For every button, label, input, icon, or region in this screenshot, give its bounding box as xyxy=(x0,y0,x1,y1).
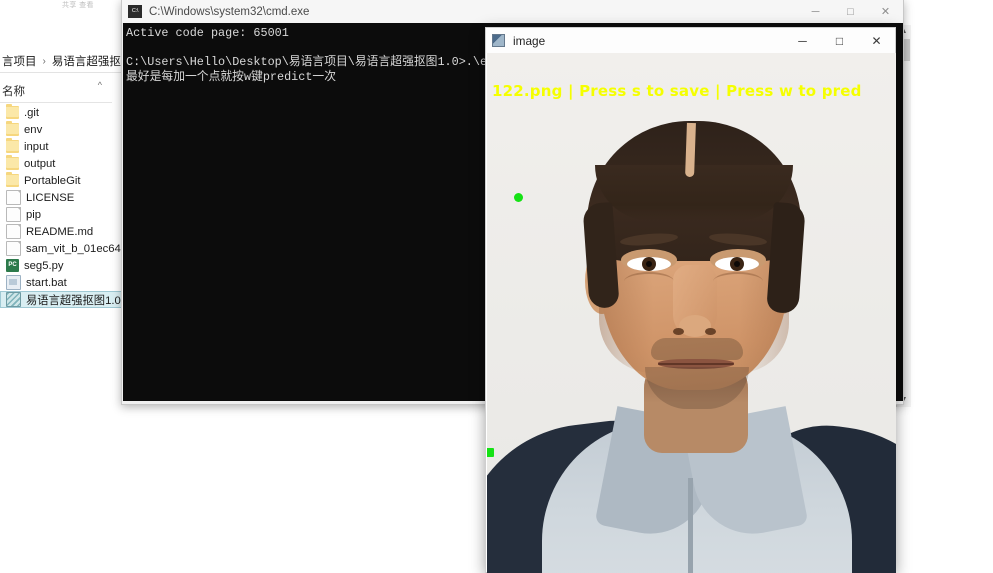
breadcrumb-segment-current[interactable]: 易语言超强抠图1. xyxy=(50,53,124,69)
photo-iris-right xyxy=(730,257,744,271)
list-item[interactable]: env xyxy=(0,121,122,138)
folder-icon xyxy=(6,106,19,119)
breadcrumb-segment-project[interactable]: 言项目 xyxy=(0,53,39,69)
photo-iris-left xyxy=(642,257,656,271)
close-button[interactable]: ✕ xyxy=(868,0,903,23)
list-item[interactable]: PortableGit xyxy=(0,172,122,189)
overlay-caption-text: 122.png | Press s to save | Press w to p… xyxy=(492,82,896,100)
portrait-photo xyxy=(487,53,896,573)
cmd-window-controls[interactable]: ─ □ ✕ xyxy=(798,0,903,23)
file-icon xyxy=(6,190,21,205)
executable-icon xyxy=(6,292,21,307)
minimize-button[interactable]: ─ xyxy=(784,28,821,53)
photo-eye-left xyxy=(627,257,671,271)
list-item-label: seg5.py xyxy=(24,260,64,272)
folder-icon xyxy=(6,174,19,187)
list-item-label: input xyxy=(24,141,49,153)
cmd-window-title: C:\Windows\system32\cmd.exe xyxy=(149,6,309,18)
photo-eyebag-right xyxy=(713,272,763,291)
file-icon xyxy=(6,207,21,222)
list-item-label: env xyxy=(24,124,42,136)
close-button[interactable]: ✕ xyxy=(858,28,895,53)
file-icon xyxy=(6,224,21,239)
file-icon xyxy=(6,241,21,256)
explorer-toolbar-remnant: 共享 查看 xyxy=(62,0,124,12)
cmd-icon: C:\ xyxy=(128,5,142,18)
list-item[interactable]: output xyxy=(0,155,122,172)
photo-mouth-line xyxy=(658,363,734,365)
image-window-title: image xyxy=(513,34,545,48)
list-item-label: pip xyxy=(26,209,41,221)
list-item-selected[interactable]: 易语言超强抠图1.0.exe xyxy=(0,291,122,308)
photo-hair-part xyxy=(685,123,696,177)
image-viewer-window[interactable]: image ─ □ ✕ xyxy=(485,27,896,573)
photo-eyebag-left xyxy=(624,272,674,291)
file-list[interactable]: .git env input output PortableGit LICENS… xyxy=(0,104,122,308)
photo-sideburn-right xyxy=(766,202,806,314)
photo-eye-right xyxy=(715,257,759,271)
minimize-button[interactable]: ─ xyxy=(798,0,833,23)
list-item-label: README.md xyxy=(26,226,93,238)
photo-nostril-right xyxy=(705,328,716,335)
list-item[interactable]: README.md xyxy=(0,223,122,240)
list-item[interactable]: pip xyxy=(0,206,122,223)
list-item-label: LICENSE xyxy=(26,192,74,204)
green-prompt-point[interactable] xyxy=(487,448,494,457)
list-item-label: .git xyxy=(24,107,39,119)
cmd-titlebar[interactable]: C:\ C:\Windows\system32\cmd.exe ─ □ ✕ xyxy=(122,0,903,23)
list-item[interactable]: sam_vit_b_01ec64.pth xyxy=(0,240,122,257)
image-window-controls[interactable]: ─ □ ✕ xyxy=(784,28,895,53)
list-item[interactable]: start.bat xyxy=(0,274,122,291)
list-item-label: start.bat xyxy=(26,277,67,289)
column-header-name-label: 名称 xyxy=(2,83,25,99)
breadcrumb[interactable]: 言项目 › 易语言超强抠图1. xyxy=(0,50,124,73)
photo-moustache-stubble xyxy=(651,338,743,360)
file-list-column-header[interactable]: 名称 ^ xyxy=(0,80,112,103)
list-item-label: output xyxy=(24,158,55,170)
python-file-icon: PC xyxy=(6,259,19,272)
list-item[interactable]: LICENSE xyxy=(0,189,122,206)
breadcrumb-separator-icon: › xyxy=(39,56,50,67)
chevron-up-icon: ^ xyxy=(98,80,102,90)
maximize-button[interactable]: □ xyxy=(833,0,868,23)
maximize-button[interactable]: □ xyxy=(821,28,858,53)
photo-zipper xyxy=(688,478,693,573)
list-item[interactable]: input xyxy=(0,138,122,155)
image-app-icon xyxy=(492,34,505,47)
list-item-label: PortableGit xyxy=(24,175,81,187)
image-window-titlebar[interactable]: image ─ □ ✕ xyxy=(486,28,895,53)
image-canvas[interactable]: 122.png | Press s to save | Press w to p… xyxy=(487,53,896,573)
folder-icon xyxy=(6,140,19,153)
green-prompt-point[interactable] xyxy=(514,193,523,202)
photo-nostril-left xyxy=(673,328,684,335)
folder-icon xyxy=(6,157,19,170)
list-item[interactable]: .git xyxy=(0,104,122,121)
batch-file-icon xyxy=(6,275,21,290)
folder-icon xyxy=(6,123,19,136)
list-item[interactable]: PC seg5.py xyxy=(0,257,122,274)
